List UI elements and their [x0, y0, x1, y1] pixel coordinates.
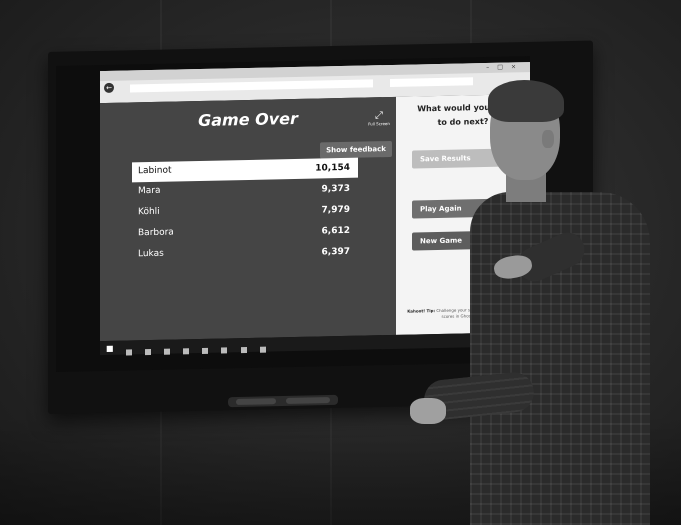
window-controls[interactable]: –□×	[486, 63, 524, 71]
player-score: 10,154	[315, 162, 350, 174]
player-name: Barbora	[138, 227, 174, 239]
player-name: Lukas	[138, 248, 164, 260]
expand-icon: ⤢	[375, 110, 383, 122]
presenter-ear	[542, 130, 554, 148]
player-name: Labinot	[138, 165, 172, 177]
player-score: 6,397	[321, 246, 350, 258]
pen	[236, 398, 276, 405]
show-feedback-button[interactable]: Show feedback	[320, 140, 392, 159]
taskbar-app-icon[interactable]	[240, 347, 247, 354]
photo: –□× ← Game Over ⤢ Full Screen Show feedb…	[0, 0, 681, 525]
player-score: 6,612	[321, 225, 350, 237]
fullscreen-label: Full Screen	[368, 121, 390, 127]
player-score: 9,373	[321, 183, 350, 195]
player-name: Köhli	[138, 206, 160, 218]
taskbar-icons	[122, 338, 270, 360]
presenter-hair	[488, 80, 564, 122]
player-score: 7,979	[321, 204, 350, 216]
fullscreen-button[interactable]: ⤢ Full Screen	[364, 110, 394, 127]
taskbar-app-icon[interactable]	[164, 348, 171, 355]
taskbar-app-icon[interactable]	[259, 346, 266, 353]
presenter-hand	[410, 398, 446, 424]
taskbar-app-icon[interactable]	[145, 349, 152, 356]
windows-start-icon[interactable]: ■	[106, 344, 114, 353]
game-over-panel: Game Over ⤢ Full Screen Show feedback La…	[100, 96, 396, 342]
presenter	[410, 80, 650, 525]
taskbar-app-icon[interactable]	[202, 347, 209, 354]
back-arrow-icon[interactable]: ←	[104, 82, 114, 93]
taskbar-app-icon[interactable]	[221, 347, 228, 354]
leaderboard-row: Lukas 6,397	[132, 241, 358, 267]
pen	[286, 397, 330, 404]
game-title: Game Over	[198, 108, 298, 131]
player-name: Mara	[138, 185, 161, 197]
taskbar-app-icon[interactable]	[183, 348, 190, 355]
leaderboard: Labinot 10,154 Mara 9,373 Köhli 7,979 Ba…	[132, 157, 358, 267]
taskbar-app-icon[interactable]	[126, 349, 132, 356]
